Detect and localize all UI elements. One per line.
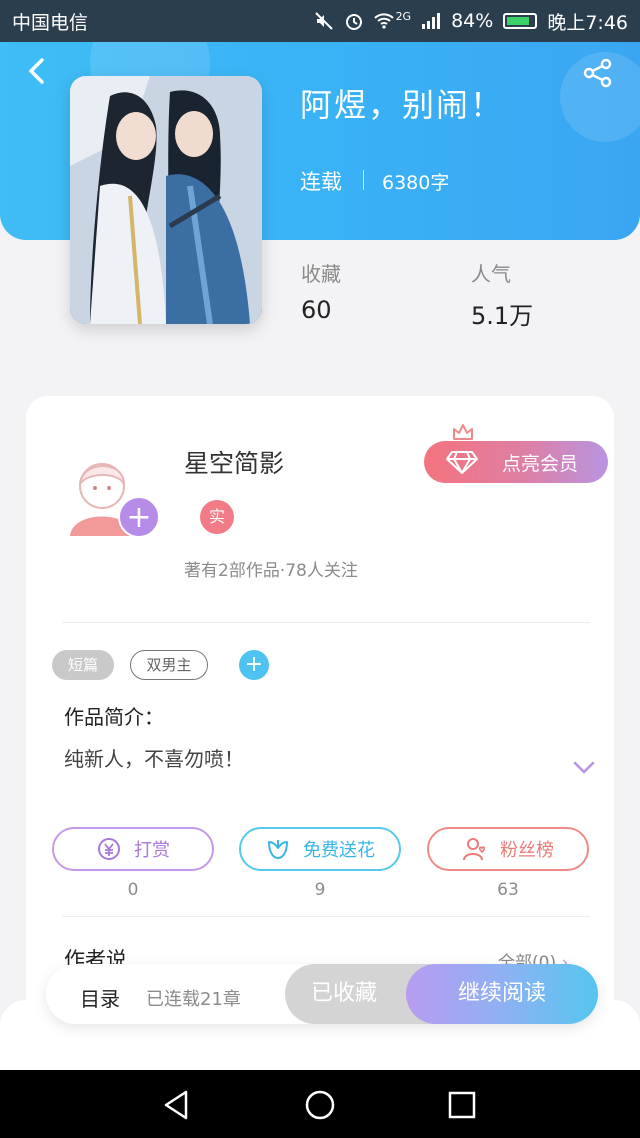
tip-label: 打赏 [134, 840, 170, 861]
add-tag-button[interactable]: + [239, 650, 269, 680]
stat-label-favorites: 收藏 [301, 262, 341, 286]
carrier-name: 中国电信 [12, 11, 89, 34]
catalog-button[interactable]: 目录 [80, 983, 120, 1012]
continue-reading-button[interactable]: 继续阅读 [406, 964, 598, 1024]
wifi-icon [373, 13, 394, 29]
chevron-down-icon[interactable] [572, 760, 596, 776]
mute-icon [314, 12, 333, 30]
verified-badge: 实 [200, 500, 234, 534]
divider [62, 622, 590, 623]
diamond-icon [446, 451, 478, 474]
share-icon[interactable] [582, 58, 614, 88]
author-meta: 著有2部作品·78人关注 [184, 561, 358, 581]
fan-icon [463, 838, 486, 861]
intro-title: 作品简介： [64, 705, 164, 729]
stat-value-favorites: 60 [301, 296, 332, 324]
flower-icon [268, 840, 288, 859]
tag-genre[interactable]: 双男主 [130, 650, 208, 680]
clock: 晚上7:46 [547, 11, 628, 34]
fans-label: 粉丝榜 [500, 840, 554, 861]
word-count: 6380字 [382, 172, 450, 194]
book-cover[interactable] [70, 76, 262, 324]
book-status: 连载 [300, 170, 342, 194]
follow-author-button[interactable]: + [118, 496, 160, 538]
status-bar: 中国电信 2G 84% 晚上7:46 [0, 0, 640, 42]
alarm-icon [345, 14, 362, 30]
fans-count: 63 [497, 880, 519, 900]
signal-icon [422, 13, 441, 29]
send-flower-button[interactable]: 免费送花 [239, 827, 401, 871]
network-type: 2G [395, 9, 412, 23]
back-arrow-icon[interactable] [22, 56, 52, 86]
tip-button[interactable]: 打赏 [52, 827, 214, 871]
crown-icon [453, 424, 473, 440]
chapter-count: 已连载21章 [146, 989, 241, 1010]
author-name[interactable]: 星空简影 [184, 444, 284, 480]
tip-count: 0 [127, 880, 139, 900]
intro-text: 纯新人，不喜勿喷！ [64, 747, 244, 771]
tag-short[interactable]: 短篇 [52, 650, 114, 680]
fan-ranking-button[interactable]: 粉丝榜 [427, 827, 589, 871]
flower-count: 9 [314, 880, 326, 900]
stat-label-popularity: 人气 [471, 262, 511, 286]
coin-icon [98, 838, 120, 860]
battery-percent: 84% [451, 10, 494, 32]
nav-recents-icon[interactable] [445, 1088, 479, 1122]
stat-value-popularity: 5.1万 [471, 302, 534, 330]
vip-button-label: 点亮会员 [501, 452, 578, 475]
nav-back-icon[interactable] [160, 1088, 194, 1122]
flower-label: 免费送花 [303, 840, 375, 861]
battery-icon [503, 13, 538, 29]
divider [62, 916, 590, 917]
status-icons: 2G 84% 晚上7:46 [314, 8, 628, 35]
book-title: 阿煜，别闹！ [300, 86, 505, 124]
nav-home-icon[interactable] [303, 1088, 337, 1122]
cover-illustration [70, 76, 262, 324]
divider [363, 170, 364, 190]
